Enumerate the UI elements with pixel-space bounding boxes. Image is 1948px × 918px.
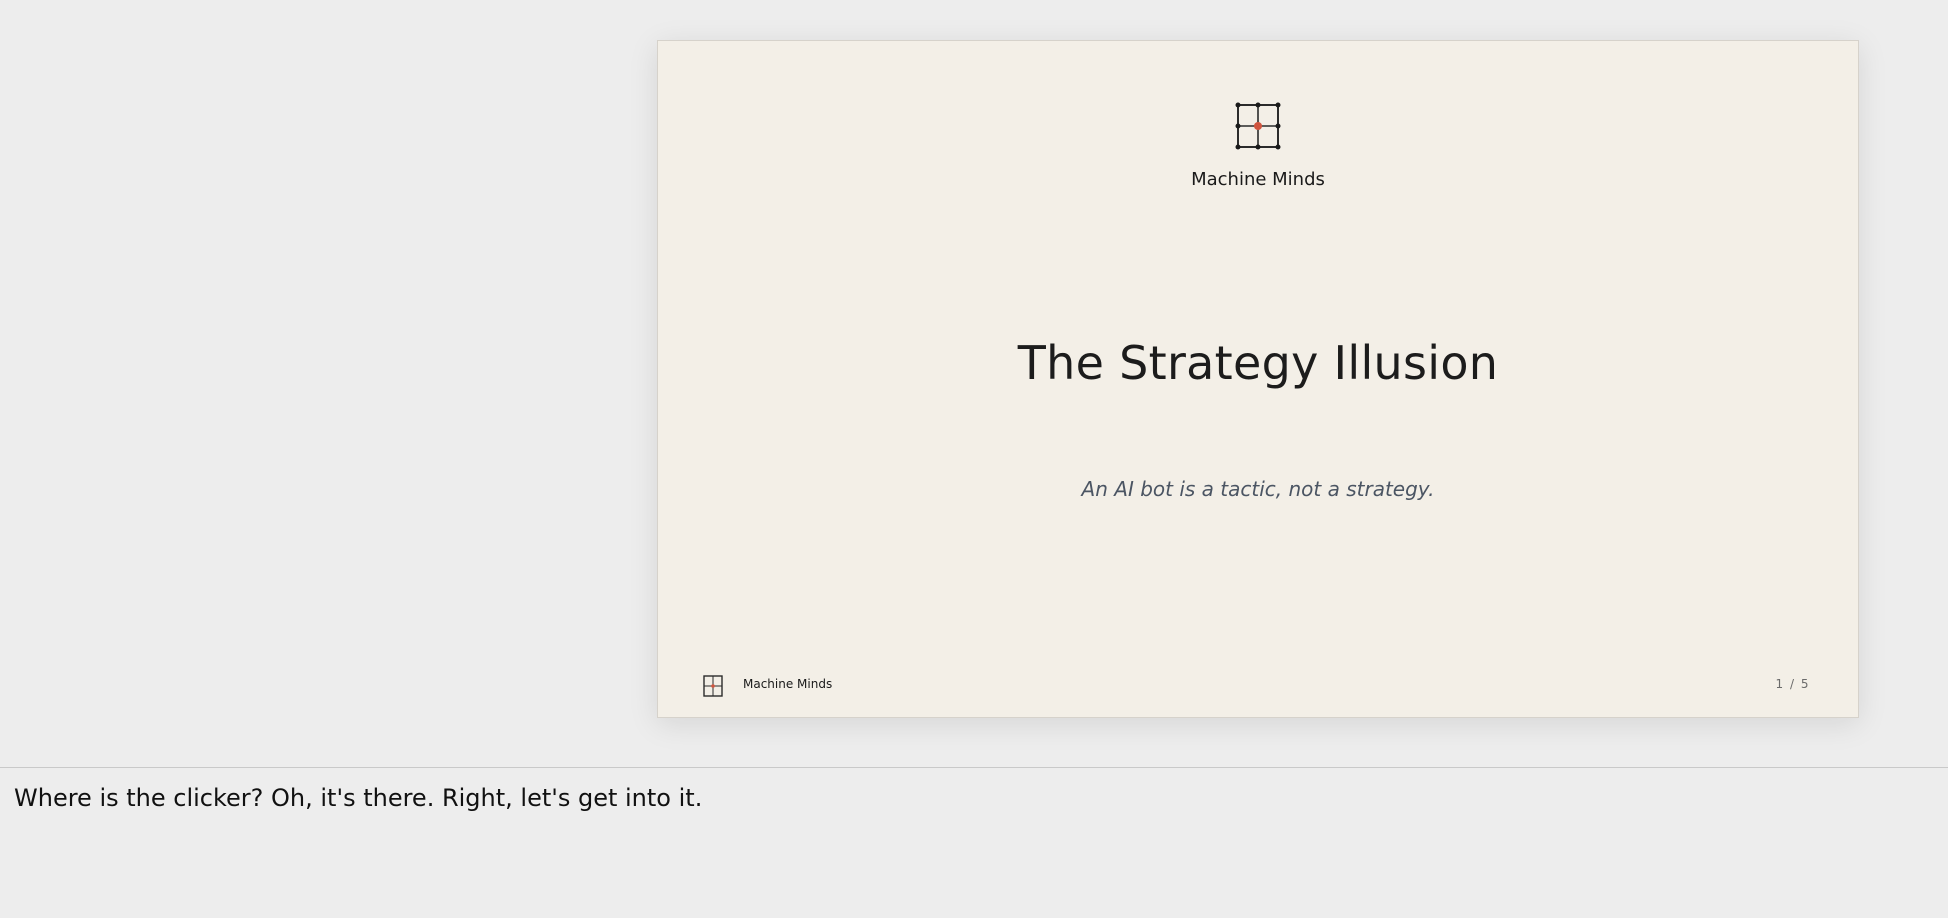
slide-title: The Strategy Illusion [1017,336,1499,390]
footer-brand: Machine Minds [743,677,833,691]
speaker-notes-panel[interactable]: Where is the clicker? Oh, it's there. Ri… [0,767,1948,918]
slide[interactable]: Machine Minds The Strategy Illusion An A… [657,40,1859,718]
presentation-stage: Machine Minds The Strategy Illusion An A… [0,0,1948,767]
grid-logo-small-icon [702,674,724,698]
grid-logo-icon [1234,101,1282,151]
page-indicator: 1 / 5 [1775,677,1810,691]
speaker-notes-text: Where is the clicker? Oh, it's there. Ri… [14,784,703,812]
brand-name: Machine Minds [1191,169,1325,190]
slide-subtitle: An AI bot is a tactic, not a strategy. [1081,477,1435,501]
